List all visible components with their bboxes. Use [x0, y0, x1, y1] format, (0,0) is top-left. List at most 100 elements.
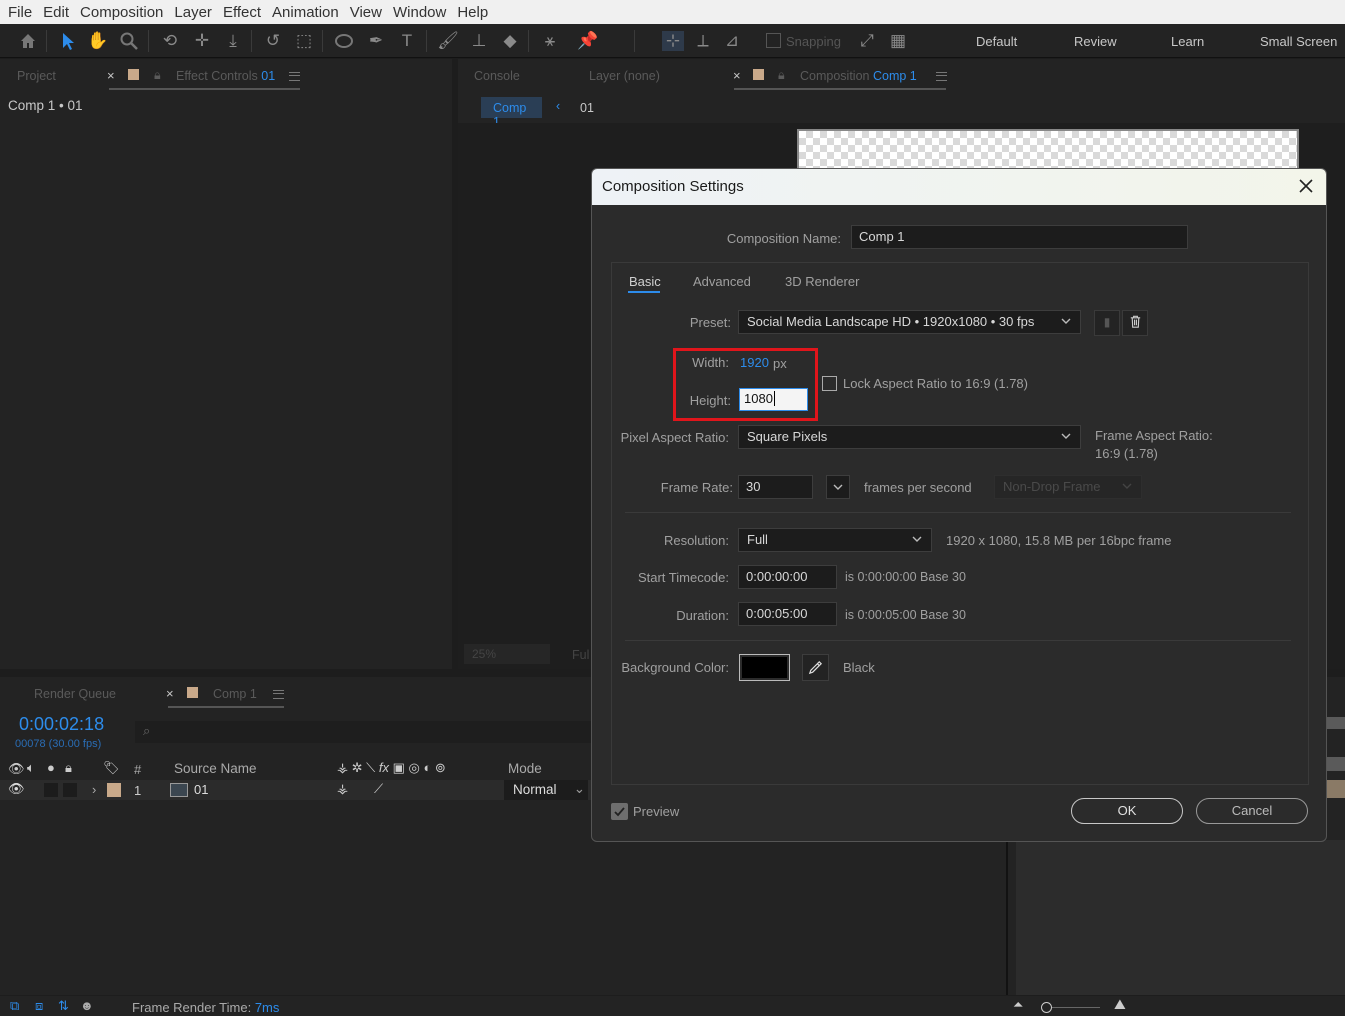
drop-frame-dropdown[interactable]: Non-Drop Frame — [994, 475, 1142, 499]
eraser-tool-icon[interactable]: ◆ — [499, 31, 521, 51]
zoom-tool-icon[interactable] — [118, 31, 140, 51]
layer-search-input[interactable]: ⌕ — [135, 721, 595, 743]
tab-console[interactable]: Console — [474, 69, 520, 83]
tab-3d-renderer[interactable]: 3D Renderer — [785, 274, 859, 289]
clone-stamp-icon[interactable]: ⊥ — [468, 31, 490, 51]
workspace-default[interactable]: Default — [976, 34, 1017, 49]
tab-effect-controls[interactable]: Effect Controls 01 — [176, 69, 275, 83]
zoom-slider-handle[interactable] — [1041, 1002, 1052, 1013]
eye-icon[interactable]: 👁︎ — [8, 781, 25, 797]
tab-comp[interactable]: Comp 1 — [213, 687, 257, 701]
zoom-dropdown[interactable]: 25% — [464, 644, 550, 664]
resolution-dropdown[interactable]: Full — [738, 528, 932, 552]
comp-flowchart-icon[interactable]: ⧉ — [10, 998, 19, 1014]
local-axis-icon[interactable]: ⊹ — [662, 31, 684, 51]
par-dropdown[interactable]: Square Pixels — [738, 425, 1081, 449]
current-time-display[interactable]: 0:00:02:18 — [19, 714, 104, 735]
lock-icon[interactable]: 🔒︎ — [154, 68, 161, 83]
zoom-slider[interactable] — [1052, 1007, 1100, 1008]
label-tag-icon[interactable]: 🏷︎ — [103, 760, 120, 776]
roto-brush-icon[interactable]: ⚹ — [539, 31, 561, 51]
resolution-dropdown[interactable]: Ful — [572, 648, 589, 662]
panel-menu-icon[interactable] — [273, 690, 284, 699]
solo-icon[interactable]: ● — [47, 760, 55, 775]
menu-window[interactable]: Window — [393, 4, 446, 21]
lock-icon[interactable]: 🔒︎ — [65, 760, 72, 776]
zoom-in-icon[interactable]: ⛰ — [1114, 996, 1126, 1013]
save-preset-icon[interactable]: ▮ — [1094, 310, 1120, 336]
cancel-button[interactable]: Cancel — [1196, 798, 1308, 824]
composition-mini-icon[interactable]: ⧈ — [35, 998, 43, 1014]
comp-name-input[interactable]: Comp 1 — [851, 225, 1188, 249]
menu-composition[interactable]: Composition — [80, 4, 163, 21]
height-input[interactable]: 1080 — [739, 388, 808, 411]
menu-view[interactable]: View — [350, 4, 382, 21]
view-axis-icon[interactable]: ⊿ — [721, 31, 743, 51]
tab-advanced[interactable]: Advanced — [693, 274, 751, 289]
ok-button[interactable]: OK — [1071, 798, 1183, 824]
tab-render-queue[interactable]: Render Queue — [34, 687, 116, 701]
audio-icon[interactable]: 🔈︎ — [27, 760, 35, 776]
eyedropper-icon[interactable] — [802, 654, 829, 681]
eye-icon[interactable]: 👁︎ — [8, 761, 25, 777]
menu-animation[interactable]: Animation — [272, 4, 339, 21]
start-timecode-input[interactable]: 0:00:00:00 — [738, 565, 837, 589]
workspace-review[interactable]: Review — [1074, 34, 1117, 49]
hand-tool-icon[interactable]: ✋ — [87, 31, 109, 51]
delete-preset-icon[interactable] — [1122, 310, 1148, 336]
tab-layer[interactable]: Layer (none) — [589, 69, 660, 83]
menu-edit[interactable]: Edit — [43, 4, 69, 21]
chevron-right-icon[interactable]: › — [92, 782, 96, 797]
home-icon[interactable] — [17, 31, 39, 51]
tab-basic[interactable]: Basic — [629, 274, 661, 289]
menu-layer[interactable]: Layer — [174, 4, 212, 21]
menu-help[interactable]: Help — [457, 4, 488, 21]
frame-rate-dropdown[interactable] — [826, 475, 850, 499]
column-source-name[interactable]: Source Name — [174, 761, 257, 776]
crumb-layer[interactable]: 01 — [580, 101, 594, 115]
render-icon[interactable]: ☻ — [80, 998, 94, 1013]
table-row[interactable]: 👁︎ › 1 01 ⚶ ⟋ Normal ⌄ — [0, 780, 600, 800]
preview-checkbox[interactable] — [611, 803, 628, 820]
width-value[interactable]: 1920 — [740, 355, 769, 370]
zoom-out-icon[interactable]: ⏶ — [1013, 997, 1023, 1013]
close-icon[interactable]: × — [107, 68, 115, 83]
preset-dropdown[interactable]: Social Media Landscape HD • 1920x1080 • … — [738, 310, 1081, 334]
close-icon[interactable]: × — [166, 686, 174, 701]
type-tool-icon[interactable]: T — [396, 31, 418, 51]
rotation-tool-icon[interactable]: ↺ — [262, 31, 284, 51]
world-axis-icon[interactable]: ⟂ — [692, 31, 714, 51]
puppet-pin-icon[interactable]: 📌 — [577, 31, 599, 51]
close-icon[interactable] — [1295, 175, 1317, 197]
dolly-camera-icon[interactable]: ⤓ — [222, 31, 244, 51]
tab-project[interactable]: Project — [17, 69, 56, 83]
grid-icon[interactable]: ▦ — [887, 31, 909, 51]
brush-tool-icon[interactable]: 🖌 — [437, 31, 459, 51]
layer-mode-dropdown[interactable]: Normal ⌄ — [504, 780, 588, 800]
tab-composition[interactable]: Composition Comp 1 — [800, 69, 917, 83]
lock-icon[interactable]: 🔒︎ — [778, 68, 785, 83]
label-swatch[interactable] — [107, 783, 121, 797]
duration-input[interactable]: 0:00:05:00 — [738, 602, 837, 626]
pen-tool-icon[interactable]: ✒ — [365, 31, 387, 51]
ellipse-tool-icon[interactable] — [333, 31, 355, 51]
snapping-checkbox[interactable] — [766, 33, 781, 48]
orbit-camera-icon[interactable]: ⟲ — [159, 31, 181, 51]
panel-menu-icon[interactable] — [936, 72, 947, 81]
workspace-small-screen[interactable]: Small Screen — [1260, 34, 1337, 49]
column-mode[interactable]: Mode — [508, 761, 542, 776]
pan-behind-icon[interactable]: ⬚ — [293, 31, 315, 51]
frame-rate-input[interactable]: 30 — [738, 475, 813, 499]
shy-switch-icon[interactable]: ⚶ — [337, 781, 348, 797]
panel-menu-icon[interactable] — [289, 72, 300, 81]
close-icon[interactable]: × — [733, 68, 741, 83]
layer-name[interactable]: 01 — [194, 782, 208, 797]
bg-color-swatch[interactable] — [739, 654, 790, 681]
selection-tool-icon[interactable] — [57, 31, 79, 51]
menu-effect[interactable]: Effect — [223, 4, 261, 21]
menu-file[interactable]: File — [8, 4, 32, 21]
lock-aspect-checkbox[interactable] — [822, 376, 837, 391]
transfer-controls-icon[interactable]: ⇅ — [58, 998, 69, 1014]
quality-switch-icon[interactable]: ⟋ — [374, 781, 383, 797]
workspace-learn[interactable]: Learn — [1171, 34, 1204, 49]
